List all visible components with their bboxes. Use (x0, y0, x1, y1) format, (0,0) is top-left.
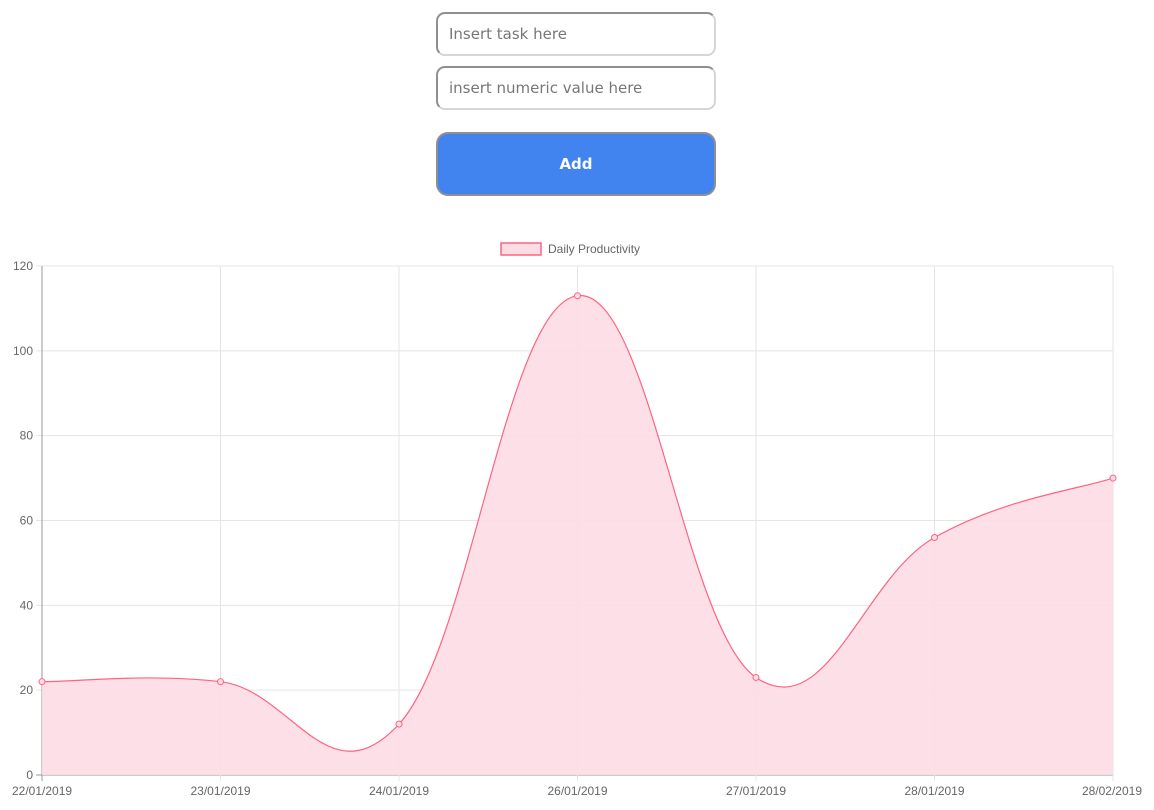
legend-swatch (500, 242, 542, 256)
x-tick-label: 24/01/2019 (369, 784, 429, 798)
data-point[interactable] (38, 678, 46, 686)
y-tick-label: 40 (20, 598, 34, 612)
x-tick-label: 28/01/2019 (904, 784, 964, 798)
productivity-chart: 0 20 40 60 80 100 120 22/01/2019 23/01/2019 24/01… (12, 242, 1142, 798)
x-tick-label: 28/02/2019 (1082, 784, 1142, 798)
add-button[interactable]: Add (436, 132, 716, 196)
y-tick-label: 0 (26, 768, 33, 782)
legend-label[interactable]: Daily Productivity (548, 242, 640, 256)
data-point[interactable] (1109, 474, 1117, 482)
y-tick-label: 20 (20, 683, 34, 697)
y-tick-label: 80 (20, 429, 34, 443)
numeric-value-input[interactable] (436, 66, 716, 110)
y-tick-label: 60 (20, 514, 34, 528)
x-tick-label: 26/01/2019 (547, 784, 607, 798)
y-tick-label: 100 (13, 344, 33, 358)
task-input[interactable] (436, 12, 716, 56)
data-point[interactable] (574, 292, 581, 300)
chart-area-layer (38, 292, 1117, 775)
chart-legend: Daily Productivity (500, 242, 640, 256)
x-tick-label: 22/01/2019 (12, 784, 72, 798)
data-point[interactable] (931, 533, 938, 541)
data-point[interactable] (395, 720, 403, 728)
data-point[interactable] (217, 678, 224, 686)
y-tick-label: 120 (13, 259, 33, 273)
data-point[interactable] (752, 673, 760, 681)
x-tick-label: 23/01/2019 (190, 784, 250, 798)
task-form: Add (436, 12, 716, 196)
series-area (42, 295, 1113, 775)
x-tick-label: 27/01/2019 (726, 784, 786, 798)
